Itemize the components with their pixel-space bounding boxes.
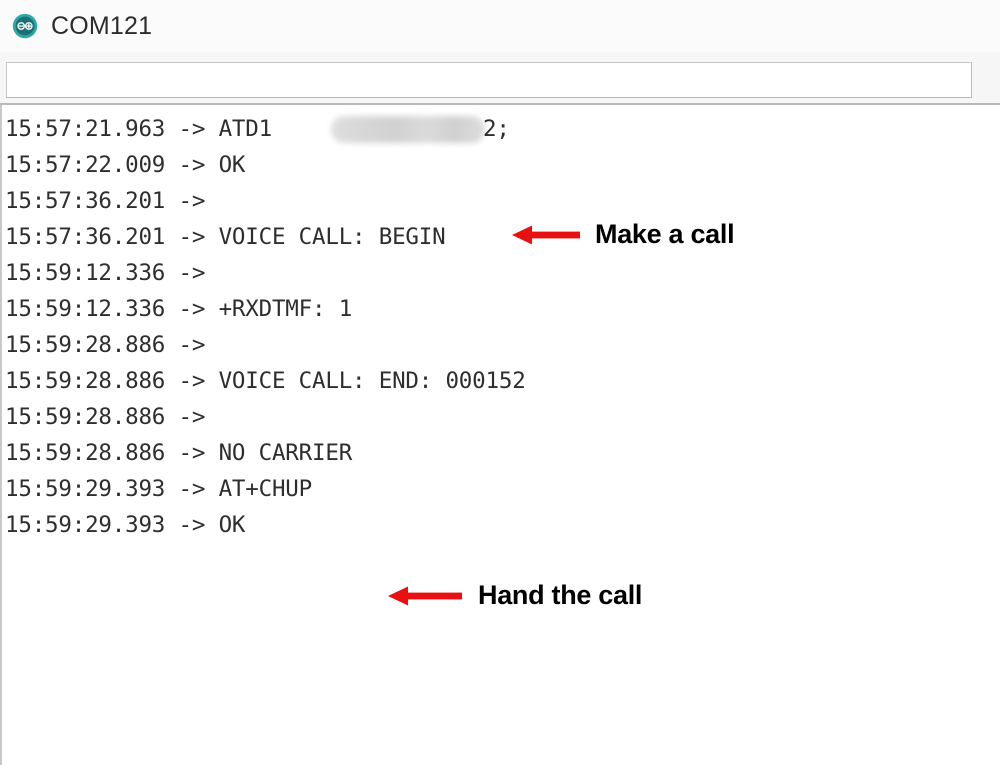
log-direction-arrow: -> bbox=[178, 296, 206, 322]
log-message: NO CARRIER bbox=[218, 440, 353, 466]
log-timestamp: 15:59:28.886 bbox=[5, 332, 166, 358]
log-line: 15:57:21.963 -> ATD1 2; bbox=[5, 111, 995, 147]
log-timestamp: 15:59:29.393 bbox=[5, 512, 166, 538]
log-line: 15:59:12.336 -> +RXDTMF: 1 bbox=[5, 291, 995, 327]
log-direction-arrow: -> bbox=[178, 260, 206, 286]
log-line: 15:57:36.201 -> VOICE CALL: BEGIN bbox=[5, 219, 995, 255]
log-message-suffix: 2; bbox=[483, 116, 510, 142]
redacted-phone-number bbox=[331, 116, 485, 143]
window-title: COM121 bbox=[51, 11, 153, 40]
log-timestamp: 15:57:36.201 bbox=[5, 188, 166, 214]
left-arrow-icon bbox=[388, 584, 462, 608]
serial-monitor-output[interactable]: 15:57:21.963 -> ATD1 2; 15:57:22.009 -> OK… bbox=[0, 105, 1000, 765]
log-direction-arrow: -> bbox=[178, 368, 206, 394]
log-message: +RXDTMF: 1 bbox=[218, 296, 353, 322]
left-arrow-icon bbox=[512, 223, 580, 247]
log-line: 15:59:29.393 -> OK bbox=[5, 507, 995, 543]
log-direction-arrow: -> bbox=[178, 440, 206, 466]
window-titlebar: COM121 bbox=[0, 0, 1000, 52]
log-line-list: 15:57:21.963 -> ATD1 2; 15:57:22.009 -> OK… bbox=[5, 111, 995, 543]
log-direction-arrow: -> bbox=[178, 404, 206, 430]
log-direction-arrow: -> bbox=[178, 188, 206, 214]
log-line: 15:59:28.886 -> VOICE CALL: END: 000152 bbox=[5, 363, 995, 399]
log-line: 15:57:36.201 -> bbox=[5, 183, 995, 219]
log-message: VOICE CALL: END: 000152 bbox=[218, 368, 526, 394]
log-timestamp: 15:57:21.963 bbox=[5, 116, 166, 142]
log-message: AT+CHUP bbox=[218, 476, 313, 502]
annotation-label: Make a call bbox=[595, 219, 735, 249]
serial-command-input[interactable] bbox=[6, 62, 972, 98]
log-line: 15:59:12.336 -> bbox=[5, 255, 995, 291]
command-bar bbox=[0, 52, 1000, 103]
log-line: 15:59:28.886 -> bbox=[5, 327, 995, 363]
annotation-make-a-call: Make a call bbox=[512, 219, 735, 249]
log-timestamp: 15:59:12.336 bbox=[5, 260, 166, 286]
arduino-logo-icon bbox=[12, 13, 38, 39]
log-timestamp: 15:57:36.201 bbox=[5, 224, 166, 250]
log-direction-arrow: -> bbox=[178, 476, 206, 502]
log-timestamp: 15:59:28.886 bbox=[5, 404, 166, 430]
log-direction-arrow: -> bbox=[178, 332, 206, 358]
log-direction-arrow: -> bbox=[178, 512, 206, 538]
log-timestamp: 15:59:29.393 bbox=[5, 476, 166, 502]
log-timestamp: 15:59:28.886 bbox=[5, 440, 166, 466]
log-timestamp: 15:57:22.009 bbox=[5, 152, 166, 178]
log-direction-arrow: -> bbox=[178, 224, 206, 250]
log-line: 15:59:29.393 -> AT+CHUP bbox=[5, 471, 995, 507]
log-timestamp: 15:59:28.886 bbox=[5, 368, 166, 394]
log-direction-arrow: -> bbox=[178, 116, 206, 142]
log-line: 15:57:22.009 -> OK bbox=[5, 147, 995, 183]
log-message: OK bbox=[218, 152, 246, 178]
log-line: 15:59:28.886 -> NO CARRIER bbox=[5, 435, 995, 471]
log-line: 15:59:28.886 -> bbox=[5, 399, 995, 435]
log-timestamp: 15:59:12.336 bbox=[5, 296, 166, 322]
log-message: ATD1 bbox=[218, 116, 273, 142]
log-message: VOICE CALL: BEGIN bbox=[218, 224, 446, 250]
annotation-hand-the-call: Hand the call bbox=[388, 582, 642, 609]
log-direction-arrow: -> bbox=[178, 152, 206, 178]
annotation-label: Hand the call bbox=[478, 580, 643, 610]
log-message: OK bbox=[218, 512, 246, 538]
